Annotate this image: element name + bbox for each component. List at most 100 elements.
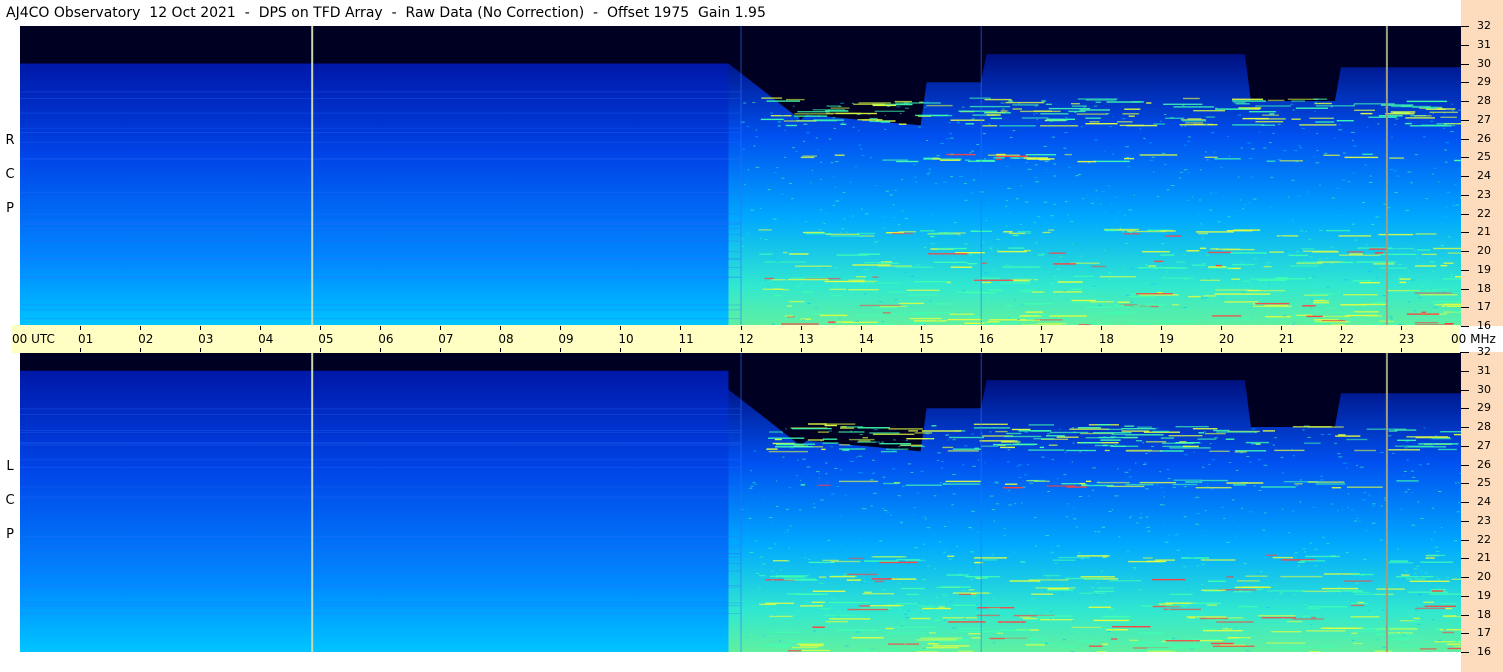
rcp-speckle <box>881 215 886 217</box>
rcp-emission-streak <box>1182 120 1207 122</box>
rcp-emission-streak <box>896 160 919 163</box>
lcp-emission-streak <box>879 561 918 564</box>
rcp-emission-streak <box>761 97 783 99</box>
lcp-emission-streak <box>1397 439 1416 441</box>
rcp-emission-streak <box>869 120 890 123</box>
rcp-speckle <box>874 185 877 187</box>
lcp-speckle <box>883 510 888 511</box>
rcp-emission-streak <box>895 103 912 106</box>
time-tick-top-04 <box>260 326 262 330</box>
lcp-speckle <box>1118 625 1121 627</box>
lcp-freq-label-26: 26 <box>1477 457 1491 471</box>
time-tick-top-21 <box>1280 326 1282 330</box>
rcp-speckle <box>760 237 762 239</box>
rcp-speckle <box>880 299 884 301</box>
lcp-emission-streak <box>1065 449 1096 452</box>
lcp-speckle <box>1432 619 1434 620</box>
lcp-speckle <box>1053 625 1056 627</box>
lcp-speckle <box>877 617 881 619</box>
time-tick-top-13 <box>800 326 802 330</box>
lcp-speckle <box>1107 581 1110 583</box>
rcp-speckle <box>1040 234 1044 236</box>
lcp-speckle <box>1434 531 1436 533</box>
lcp-speckle <box>952 627 957 629</box>
lcp-emission-streak <box>909 648 933 651</box>
rcp-emission-streak <box>1436 123 1453 125</box>
rcp-speckle <box>1432 173 1434 175</box>
lcp-speckle <box>943 551 946 553</box>
lcp-emission-streak <box>1203 590 1222 593</box>
lcp-speckle <box>1016 465 1019 467</box>
lcp-speckle <box>1047 491 1050 492</box>
lcp-emission-streak <box>1199 617 1229 620</box>
rcp-emission-streak <box>1373 263 1395 265</box>
lcp-emission-streak <box>791 646 819 649</box>
lcp-emission-streak <box>1198 432 1205 434</box>
rcp-speckle <box>1187 312 1192 314</box>
lcp-emission-streak <box>1079 592 1105 594</box>
rcp-emission-streak <box>786 98 805 101</box>
lcp-speckle <box>1381 609 1385 611</box>
rcp-speckle <box>1052 275 1057 277</box>
rcp-emission-streak <box>1200 279 1220 281</box>
rcp-speckle <box>1343 289 1346 291</box>
rcp-speckle <box>1235 284 1237 286</box>
lcp-speckle <box>970 551 974 553</box>
lcp-speckle <box>1184 454 1188 456</box>
lcp-speckle <box>947 439 950 441</box>
rcp-speckle <box>1049 120 1054 122</box>
rcp-speckle <box>849 181 852 183</box>
lcp-speckle <box>921 579 926 581</box>
lcp-emission-streak <box>840 427 855 429</box>
rcp-speckle <box>1227 135 1229 137</box>
lcp-speckle <box>975 634 977 636</box>
rcp-speckle <box>1352 223 1355 225</box>
rcp-speckle <box>1393 247 1398 249</box>
rcp-speckle <box>916 264 921 266</box>
lcp-emission-streak <box>1260 486 1296 488</box>
lcp-speckle <box>997 554 1001 556</box>
time-tick-bottom-10 <box>620 348 622 352</box>
lcp-speckle <box>1197 617 1201 619</box>
rcp-emission-streak <box>1071 299 1096 302</box>
lcp-emission-streak <box>1338 434 1346 436</box>
rcp-speckle <box>781 115 785 117</box>
lcp-speckle <box>1056 478 1059 480</box>
rcp-speckle <box>863 293 866 295</box>
rcp-speckle <box>1123 267 1125 269</box>
rcp-speckle <box>1162 275 1165 277</box>
lcp-speckle <box>1094 531 1097 532</box>
lcp-emission-streak <box>1026 642 1062 645</box>
rcp-emission-streak <box>1131 101 1144 103</box>
rcp-emission-streak <box>987 321 1000 323</box>
rcp-speckle <box>792 147 795 149</box>
rcp-speckle <box>1368 323 1370 325</box>
lcp-speckle <box>1441 527 1443 528</box>
lcp-speckle <box>1380 505 1383 507</box>
rcp-emission-streak <box>1440 116 1457 118</box>
lcp-emission-streak <box>1096 651 1107 652</box>
rcp-speckle <box>1443 300 1445 302</box>
rcp-speckle <box>881 321 884 323</box>
lcp-emission-streak <box>1394 645 1425 647</box>
lcp-speckle <box>1096 582 1100 584</box>
time-tick-top-06 <box>380 326 382 330</box>
rcp-emission-streak <box>1339 254 1381 256</box>
rcp-emission-streak <box>1255 302 1290 305</box>
rcp-emission-streak <box>1165 117 1185 119</box>
lcp-emission-streak <box>1191 602 1222 604</box>
lcp-speckle <box>1158 544 1162 546</box>
rcp-speckle <box>894 190 897 191</box>
rcp-emission-streak <box>1188 295 1201 298</box>
lcp-speckle <box>937 452 942 454</box>
lcp-speckle <box>923 543 926 545</box>
rcp-speckle <box>1295 160 1299 162</box>
rcp-speckle <box>1408 301 1411 303</box>
rcp-speckle <box>898 299 902 301</box>
lcp-quiet-line <box>20 432 741 433</box>
lcp-speckle <box>1420 518 1424 519</box>
rcp-speckle <box>777 121 781 123</box>
lcp-speckle <box>1415 565 1420 567</box>
rcp-emission-streak <box>1117 229 1136 231</box>
rcp-emission-streak <box>1022 315 1039 317</box>
